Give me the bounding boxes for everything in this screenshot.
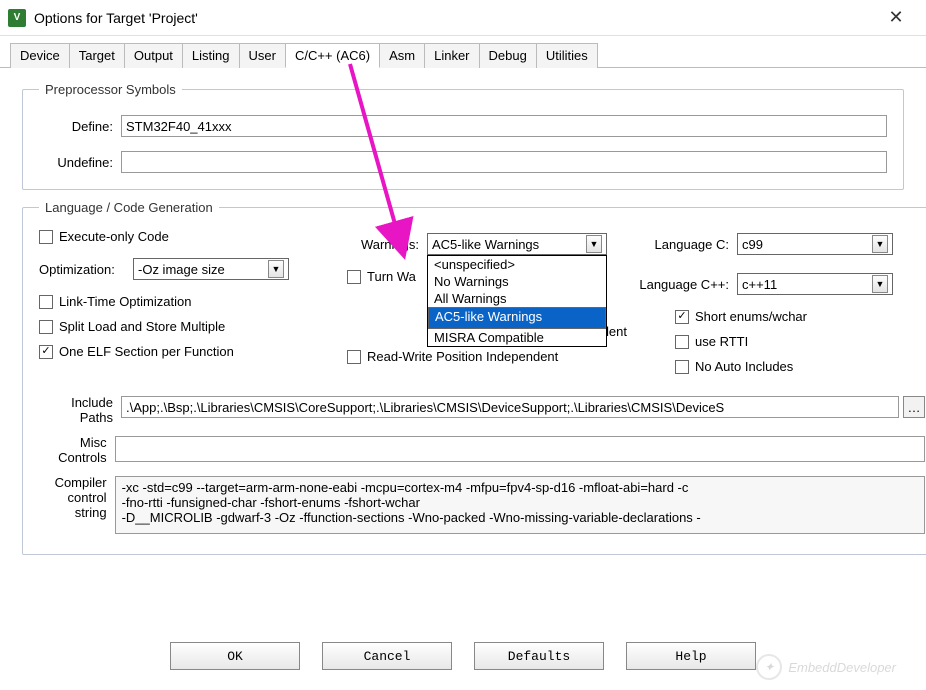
no-auto-inc-label: No Auto Includes bbox=[695, 359, 793, 374]
close-button[interactable]: ✕ bbox=[874, 0, 918, 36]
language-group: Language / Code Generation Execute-only … bbox=[22, 200, 926, 555]
langcpp-value: c++11 bbox=[742, 277, 777, 292]
execute-only-checkbox[interactable]: Execute-only Code bbox=[39, 229, 339, 244]
include-paths-input[interactable] bbox=[121, 396, 899, 418]
chevron-down-icon: ▼ bbox=[872, 235, 888, 253]
short-enums-checkbox[interactable]: Short enums/wchar bbox=[675, 309, 925, 324]
warnings-option-all[interactable]: All Warnings bbox=[428, 290, 606, 307]
watermark-text: EmbeddDeveloper bbox=[788, 660, 896, 675]
tab-device[interactable]: Device bbox=[10, 43, 70, 68]
preprocessor-legend: Preprocessor Symbols bbox=[39, 82, 182, 97]
wechat-icon: ✦ bbox=[756, 654, 782, 680]
rw-pos-ind-label: Read-Write Position Independent bbox=[367, 349, 558, 364]
compiler-string-label: Compiler control string bbox=[39, 476, 115, 521]
content-pane: Preprocessor Symbols Define: Undefine: L… bbox=[0, 68, 926, 579]
warnings-option-none[interactable]: No Warnings bbox=[428, 273, 606, 290]
split-load-checkbox[interactable]: Split Load and Store Multiple bbox=[39, 319, 339, 334]
ok-button[interactable]: OK bbox=[170, 642, 300, 670]
langc-select[interactable]: c99 ▼ bbox=[737, 233, 893, 255]
short-enums-label: Short enums/wchar bbox=[695, 309, 807, 324]
tab-asm[interactable]: Asm bbox=[379, 43, 425, 68]
langc-label: Language C: bbox=[635, 237, 737, 252]
include-paths-label: Include Paths bbox=[39, 396, 121, 426]
warnings-label: Warnings: bbox=[347, 237, 427, 252]
optimization-select[interactable]: -Oz image size ▼ bbox=[133, 258, 289, 280]
misc-controls-input[interactable] bbox=[115, 436, 925, 462]
warnings-option-unspecified[interactable]: <unspecified> bbox=[428, 256, 606, 273]
tab-user[interactable]: User bbox=[239, 43, 286, 68]
tab-debug[interactable]: Debug bbox=[479, 43, 537, 68]
compiler-string-display: -xc -std=c99 --target=arm-arm-none-eabi … bbox=[115, 476, 925, 534]
chevron-down-icon: ▼ bbox=[872, 275, 888, 293]
preprocessor-group: Preprocessor Symbols Define: Undefine: bbox=[22, 82, 904, 190]
use-rtti-checkbox[interactable]: use RTTI bbox=[675, 334, 925, 349]
tab-target[interactable]: Target bbox=[69, 43, 125, 68]
langc-value: c99 bbox=[742, 237, 763, 252]
define-input[interactable] bbox=[121, 115, 887, 137]
tab-output[interactable]: Output bbox=[124, 43, 183, 68]
warnings-dropdown-list: <unspecified> No Warnings All Warnings A… bbox=[427, 255, 607, 347]
tab-cpp-ac6[interactable]: C/C++ (AC6) bbox=[285, 43, 380, 68]
lto-label: Link-Time Optimization bbox=[59, 294, 191, 309]
chevron-down-icon: ▼ bbox=[586, 235, 602, 253]
optimization-label: Optimization: bbox=[39, 262, 133, 277]
language-legend: Language / Code Generation bbox=[39, 200, 219, 215]
langcpp-label: Language C++: bbox=[635, 277, 737, 292]
one-elf-label: One ELF Section per Function bbox=[59, 344, 234, 359]
one-elf-checkbox[interactable]: One ELF Section per Function bbox=[39, 344, 339, 359]
misc-controls-label: Misc Controls bbox=[39, 436, 115, 466]
watermark: ✦ EmbeddDeveloper bbox=[756, 654, 896, 680]
app-icon: V bbox=[8, 9, 26, 27]
chevron-down-icon: ▼ bbox=[268, 260, 284, 278]
cancel-button[interactable]: Cancel bbox=[322, 642, 452, 670]
title-bar: V Options for Target 'Project' ✕ bbox=[0, 0, 926, 36]
defaults-button[interactable]: Defaults bbox=[474, 642, 604, 670]
langcpp-select[interactable]: c++11 ▼ bbox=[737, 273, 893, 295]
help-button[interactable]: Help bbox=[626, 642, 756, 670]
warnings-option-ac5[interactable]: AC5-like Warnings bbox=[428, 307, 606, 329]
use-rtti-label: use RTTI bbox=[695, 334, 748, 349]
tab-strip: Device Target Output Listing User C/C++ … bbox=[0, 36, 926, 68]
include-paths-browse-button[interactable]: … bbox=[903, 396, 925, 418]
define-label: Define: bbox=[39, 119, 121, 134]
undefine-input[interactable] bbox=[121, 151, 887, 173]
tab-listing[interactable]: Listing bbox=[182, 43, 240, 68]
no-auto-inc-checkbox[interactable]: No Auto Includes bbox=[675, 359, 925, 374]
window-title: Options for Target 'Project' bbox=[34, 10, 874, 26]
warnings-select[interactable]: AC5-like Warnings ▼ bbox=[427, 233, 607, 255]
undefine-label: Undefine: bbox=[39, 155, 121, 170]
execute-only-label: Execute-only Code bbox=[59, 229, 169, 244]
optimization-value: -Oz image size bbox=[138, 262, 225, 277]
warnings-value: AC5-like Warnings bbox=[432, 237, 539, 252]
split-load-label: Split Load and Store Multiple bbox=[59, 319, 225, 334]
turn-warnings-label: Turn Wa bbox=[367, 269, 416, 284]
lto-checkbox[interactable]: Link-Time Optimization bbox=[39, 294, 339, 309]
warnings-option-misra[interactable]: MISRA Compatible bbox=[428, 329, 606, 346]
tab-utilities[interactable]: Utilities bbox=[536, 43, 598, 68]
rw-pos-ind-checkbox[interactable]: Read-Write Position Independent bbox=[347, 349, 627, 364]
tab-linker[interactable]: Linker bbox=[424, 43, 479, 68]
